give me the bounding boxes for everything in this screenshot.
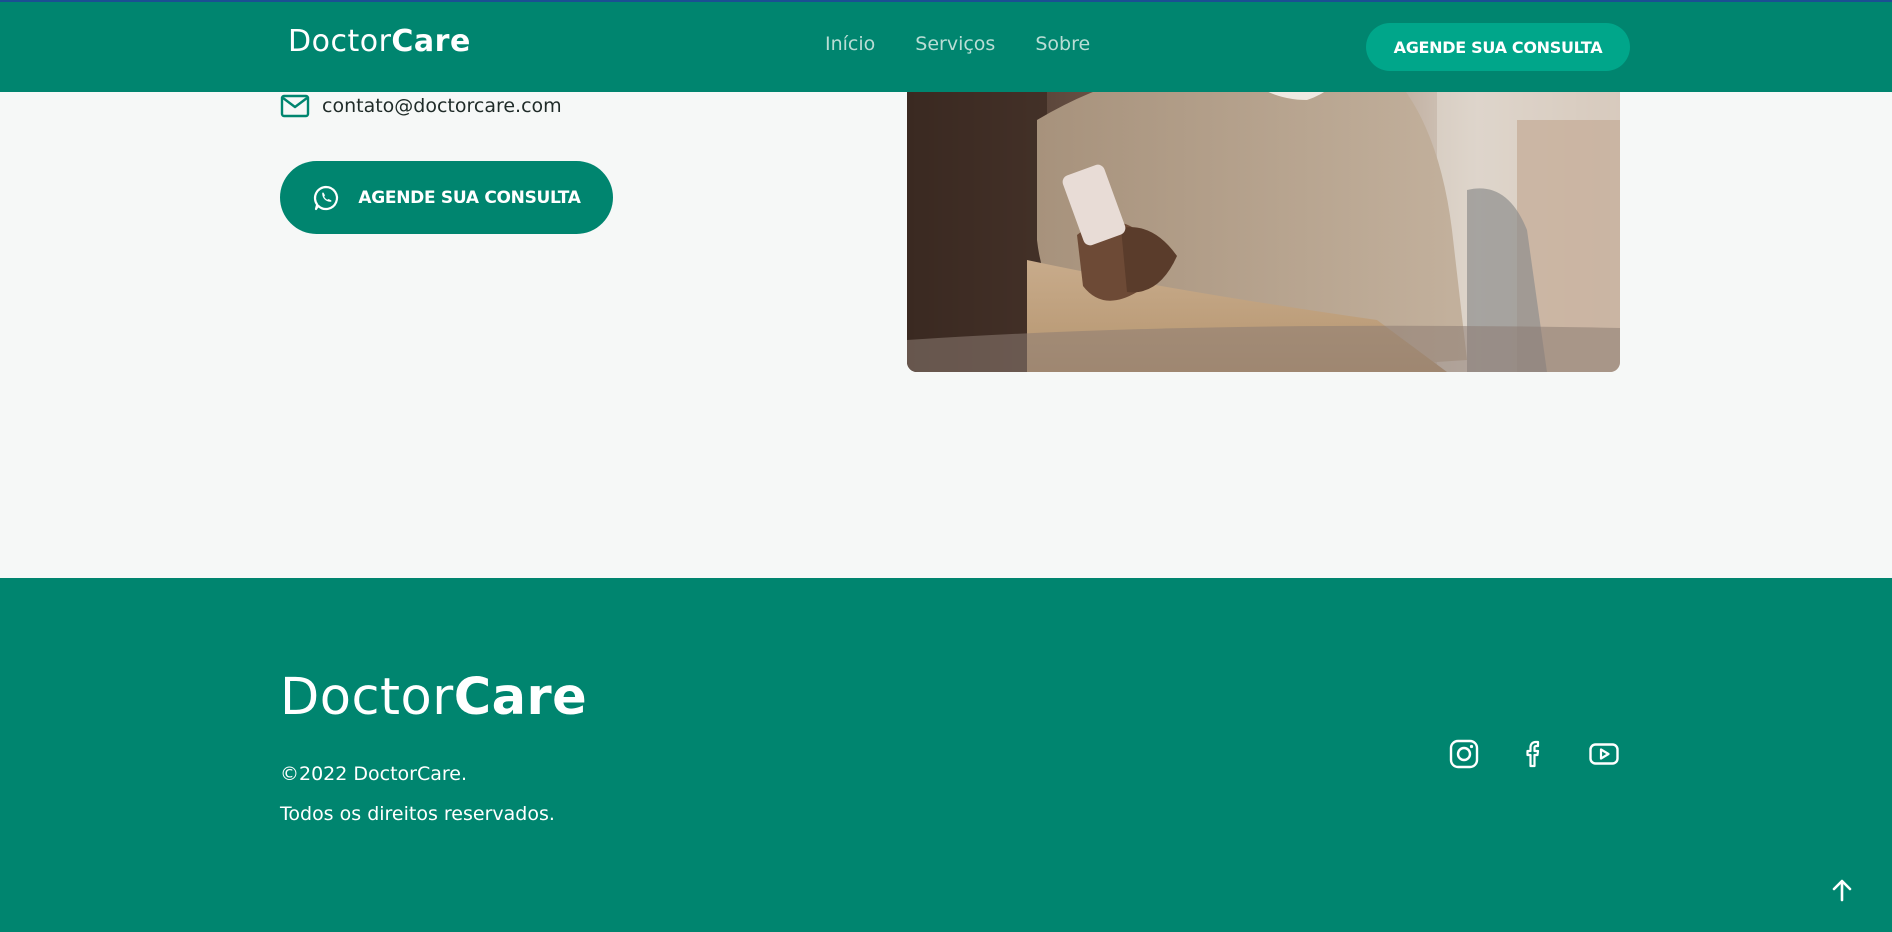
header-logo[interactable]: DoctorCare xyxy=(288,24,471,59)
main-nav: Início Serviços Sobre xyxy=(825,33,1090,55)
copyright-text: ©2022 DoctorCare. xyxy=(280,763,468,785)
cta-label: AGENDE SUA CONSULTA xyxy=(358,187,581,208)
site-header: DoctorCare Início Serviços Sobre AGENDE … xyxy=(0,0,1892,92)
nav-link-servicos[interactable]: Serviços xyxy=(915,33,995,55)
footer-logo-text-care: Care xyxy=(453,668,588,727)
nav-link-sobre[interactable]: Sobre xyxy=(1035,33,1090,55)
contact-email-row: contato@doctorcare.com xyxy=(280,93,562,119)
site-footer: DoctorCare ©2022 DoctorCare. Todos os di… xyxy=(0,578,1892,932)
rights-text: Todos os direitos reservados. xyxy=(280,803,555,825)
contact-email[interactable]: contato@doctorcare.com xyxy=(322,95,562,117)
arrow-up-icon xyxy=(1828,876,1856,904)
mail-icon xyxy=(280,93,310,119)
top-accent-line xyxy=(0,0,1892,2)
facebook-icon[interactable] xyxy=(1518,738,1550,770)
whatsapp-icon xyxy=(312,184,340,212)
hero-photo xyxy=(907,60,1620,372)
footer-logo-text-doctor: Doctor xyxy=(280,668,454,727)
youtube-icon[interactable] xyxy=(1588,738,1620,770)
back-to-top-button[interactable] xyxy=(1828,876,1856,904)
header-schedule-button[interactable]: AGENDE SUA CONSULTA xyxy=(1366,23,1630,71)
schedule-consultation-button[interactable]: AGENDE SUA CONSULTA xyxy=(280,161,613,234)
logo-text-care: Care xyxy=(391,24,471,59)
instagram-icon[interactable] xyxy=(1448,738,1480,770)
footer-logo[interactable]: DoctorCare xyxy=(280,668,587,727)
logo-text-doctor: Doctor xyxy=(288,24,392,59)
social-links xyxy=(1448,738,1620,770)
nav-link-inicio[interactable]: Início xyxy=(825,33,875,55)
